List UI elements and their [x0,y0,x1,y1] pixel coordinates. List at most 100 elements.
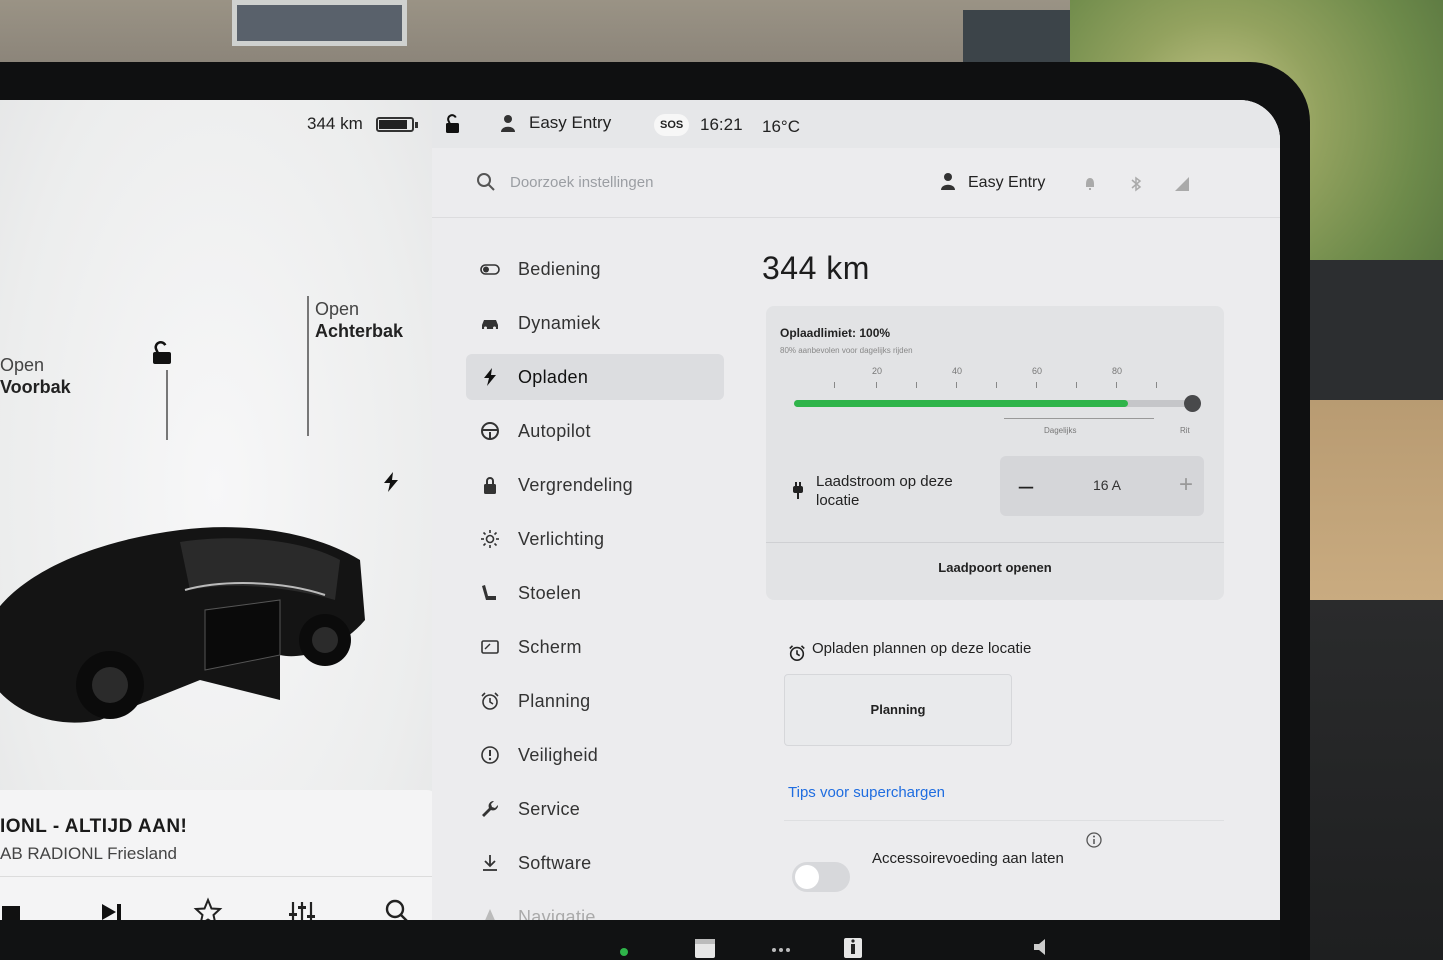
car-icon [482,320,498,330]
outside-temperature: 16°C [762,117,800,136]
nav-item-software[interactable]: Software [466,840,724,886]
nav-label: Veiligheid [518,745,599,765]
charge-port-bolt-icon[interactable] [382,472,400,492]
scale-tick [996,382,997,388]
nav-item-opladen[interactable]: Opladen [466,354,724,400]
nav-item-bediening[interactable]: Bediening [466,246,724,292]
accessory-power-label: Accessoirevoeding aan laten [872,850,1064,867]
toggle-icon [480,264,500,275]
scale-tick [834,382,835,388]
profile-icon [501,115,515,132]
frunk-name-label: Voorbak [0,377,71,397]
nav-item-stoelen[interactable]: Stoelen [466,570,724,616]
nav-item-verlichting[interactable]: Verlichting [466,516,724,562]
planning-button[interactable]: Planning [784,674,1012,746]
sos-badge[interactable]: SOS [654,114,690,136]
scale-tick [1076,382,1077,388]
status-range: 344 km [307,114,363,133]
nav-label: Vergrendeling [518,475,633,495]
charge-current-stepper: – 16 A + [1000,456,1204,516]
nav-item-autopilot[interactable]: Autopilot [466,408,724,454]
sun-icon [481,530,499,548]
battery-icon [376,117,418,132]
scale-label: 20 [872,366,883,376]
nav-label: Scherm [518,637,582,657]
steering-wheel-icon [481,422,499,440]
nav-item-vergrendeling[interactable]: Vergrendeling [466,462,724,508]
scale-tick [1036,382,1037,388]
schedule-title: Opladen plannen op deze locatie [812,640,1032,657]
open-frunk-button[interactable]: Open Voorbak [0,354,71,398]
nav-label: Bediening [518,259,601,279]
decrease-current-button[interactable]: – [1010,470,1042,502]
nav-label: Autopilot [518,421,591,441]
volume-icon[interactable] [1030,934,1056,960]
trunk-name-label: Achterbak [315,321,404,341]
unlock-icon[interactable] [150,340,176,366]
scale-label: 40 [952,366,963,376]
nav-item-scherm[interactable]: Scherm [466,624,724,670]
manual-icon[interactable] [840,934,866,960]
open-charge-port-button[interactable]: Laadpoort openen [766,543,1224,600]
accessory-power-toggle[interactable] [792,862,850,892]
increase-current-button[interactable]: + [1170,470,1202,502]
plug-icon [793,482,803,499]
media-divider [0,876,437,877]
info-icon[interactable] [1086,832,1102,848]
alarm-clock-icon [789,645,805,662]
charge-settings-card: Oplaadlimiet: 100% 80% aanbevolen voor d… [766,306,1224,600]
zone-label-daily: Dagelijks [1044,426,1077,435]
nav-label: Verlichting [518,529,605,549]
clock: 16:21 [700,115,743,134]
nav-label: Opladen [518,367,589,387]
header-profile[interactable]: Easy Entry [968,174,1045,192]
nav-label: Stoelen [518,583,582,603]
wrench-icon [482,800,499,817]
nav-item-service[interactable]: Service [466,786,724,832]
scale-tick [1116,382,1117,388]
range-title: 344 km [762,250,870,286]
scale-label: 80 [1112,366,1123,376]
slider-fill [794,400,1129,407]
charge-limit-label: Oplaadlimiet: 100% [780,326,891,340]
top-status-bar: Easy Entry SOS 16:21 16°C [432,100,1280,148]
background-window [232,0,407,46]
charge-limit-slider[interactable] [794,395,1201,412]
unlock-icon[interactable] [444,114,462,134]
content-divider [784,820,1224,821]
trunk-leader-line [307,296,309,436]
media-station: AB RADIONL Friesland [0,844,177,863]
scale-tick [1156,382,1157,388]
charge-limit-hint: 80% aanbevolen voor dagelijks rijden [780,346,913,355]
nav-label: Service [518,799,581,819]
slider-thumb[interactable] [1184,395,1201,412]
nav-item-veiligheid[interactable]: Veiligheid [466,732,724,778]
bottom-taskbar [0,920,1280,960]
bluetooth-icon[interactable] [1128,176,1144,192]
toggle-knob [795,865,819,889]
seat-icon [482,585,496,600]
bell-icon[interactable] [1082,176,1098,192]
scale-tick [956,382,957,388]
nav-item-dynamiek[interactable]: Dynamiek [466,300,724,346]
nav-label: Planning [518,691,591,711]
nav-item-planning[interactable]: Planning [466,678,724,724]
driver-profile[interactable]: Easy Entry [529,113,611,133]
trunk-action-label: Open [315,299,360,319]
scale-tick [876,382,877,388]
open-trunk-button[interactable]: Open Achterbak [315,298,403,342]
scale-tick [916,382,917,388]
charge-current-value: 16 A [1092,477,1122,493]
bolt-icon [484,368,496,386]
car-dashboard [1290,260,1443,960]
zone-label-trip: Rit [1180,426,1190,435]
status-dot [620,948,628,956]
supercharging-tips-link[interactable]: Tips voor superchargen [788,784,945,801]
calendar-icon[interactable] [692,934,718,960]
more-icon[interactable] [768,934,794,960]
vehicle-panel: 344 km Open Voorbak Open Achterbak IONL … [0,100,437,960]
settings-search-bar: Easy Entry [432,148,1280,218]
settings-nav: Bediening Dynamiek Opladen Autopilot Ver… [466,246,724,948]
charge-current-label: Laadstroom op deze locatie [816,473,953,509]
search-input[interactable] [510,168,810,196]
